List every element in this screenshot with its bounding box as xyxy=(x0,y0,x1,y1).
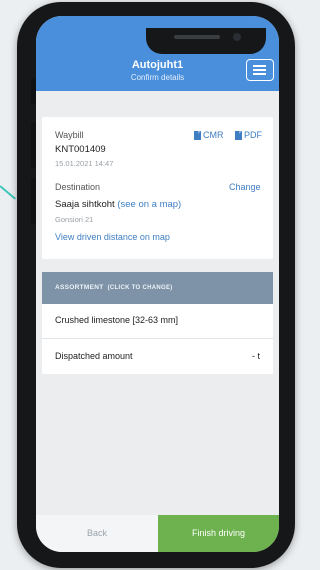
product-name: Crushed limestone [32-63 mm] xyxy=(55,315,179,325)
waybill-card: Waybill CMR PDF KNT001409 15.01.2021 14:… xyxy=(42,117,273,259)
view-distance-link[interactable]: View driven distance on map xyxy=(55,232,170,242)
finish-driving-button[interactable]: Finish driving xyxy=(158,515,279,552)
destination-label: Destination xyxy=(55,182,101,192)
pdf-link[interactable]: PDF xyxy=(235,130,262,140)
waybill-number: KNT001409 xyxy=(55,144,106,155)
change-destination-link[interactable]: Change xyxy=(229,182,261,192)
phone-notch xyxy=(146,28,266,54)
dispatched-amount-value: - t xyxy=(252,351,260,361)
destination-name: Saaja sihtkoht (see on a map) xyxy=(55,199,182,210)
page-title: Autojuht1 xyxy=(131,59,184,71)
footer-bar: Back Finish driving xyxy=(36,515,279,552)
hamburger-menu-button[interactable] xyxy=(246,59,274,81)
waybill-datetime: 15.01.2021 14:47 xyxy=(55,159,114,168)
document-icon xyxy=(235,130,242,140)
assortment-section: ASSORTMENT (CLICK TO CHANGE) Crushed lim… xyxy=(42,272,273,374)
assortment-header[interactable]: ASSORTMENT (CLICK TO CHANGE) xyxy=(42,272,273,304)
divider xyxy=(42,338,273,339)
destination-address: Gonsiori 21 xyxy=(55,215,94,224)
phone-screen: Autojuht1 Confirm details Waybill CMR PD… xyxy=(36,16,279,552)
document-icon xyxy=(194,130,201,140)
page-subtitle: Confirm details xyxy=(130,73,185,82)
back-button[interactable]: Back xyxy=(36,515,158,552)
speaker-grille xyxy=(174,35,220,39)
decorative-line xyxy=(0,185,16,200)
dispatched-amount-label: Dispatched amount xyxy=(55,351,133,361)
cmr-link[interactable]: CMR xyxy=(194,130,224,140)
front-camera xyxy=(233,33,241,41)
see-on-map-link[interactable]: (see on a map) xyxy=(117,199,181,210)
waybill-label: Waybill xyxy=(55,130,84,140)
